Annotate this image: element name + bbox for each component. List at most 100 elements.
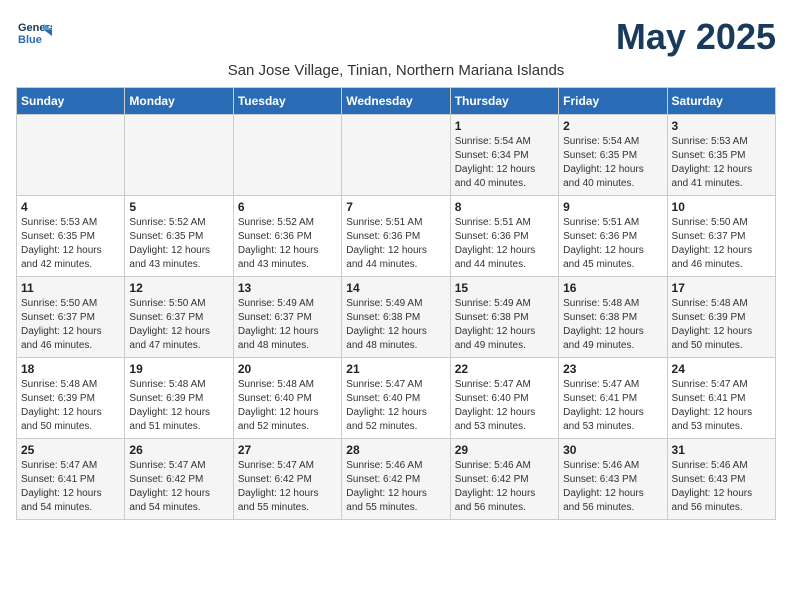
- calendar-cell: [233, 115, 341, 196]
- day-number: 1: [455, 119, 554, 133]
- day-number: 27: [238, 443, 337, 457]
- calendar-cell: 18Sunrise: 5:48 AM Sunset: 6:39 PM Dayli…: [17, 358, 125, 439]
- weekday-header-row: SundayMondayTuesdayWednesdayThursdayFrid…: [17, 88, 776, 115]
- day-info: Sunrise: 5:50 AM Sunset: 6:37 PM Dayligh…: [672, 216, 771, 272]
- day-info: Sunrise: 5:48 AM Sunset: 6:39 PM Dayligh…: [129, 378, 228, 434]
- day-info: Sunrise: 5:47 AM Sunset: 6:41 PM Dayligh…: [672, 378, 771, 434]
- day-info: Sunrise: 5:46 AM Sunset: 6:42 PM Dayligh…: [455, 459, 554, 515]
- day-number: 20: [238, 362, 337, 376]
- calendar-cell: 26Sunrise: 5:47 AM Sunset: 6:42 PM Dayli…: [125, 439, 233, 520]
- calendar-week-2: 4Sunrise: 5:53 AM Sunset: 6:35 PM Daylig…: [17, 196, 776, 277]
- day-number: 5: [129, 200, 228, 214]
- calendar-cell: 8 Sunrise: 5:51 AM Sunset: 6:36 PM Daylig…: [450, 196, 558, 277]
- day-info: Sunrise: 5:53 AM Sunset: 6:35 PM Dayligh…: [21, 216, 120, 272]
- day-number: 21: [346, 362, 445, 376]
- day-info: Sunrise: 5:46 AM Sunset: 6:43 PM Dayligh…: [672, 459, 771, 515]
- calendar-cell: 22 Sunrise: 5:47 AM Sunset: 6:40 PM Dayli…: [450, 358, 558, 439]
- day-number: 30: [563, 443, 662, 457]
- weekday-header-tuesday: Tuesday: [233, 88, 341, 115]
- day-info: Sunrise: 5:47 AM Sunset: 6:40 PM Dayligh…: [346, 378, 445, 434]
- day-info: Sunrise: 5:47 AM Sunset: 6:42 PM Dayligh…: [238, 459, 337, 515]
- calendar-table: SundayMondayTuesdayWednesdayThursdayFrid…: [16, 87, 776, 520]
- calendar-cell: 30 Sunrise: 5:46 AM Sunset: 6:43 PM Dayli…: [559, 439, 667, 520]
- day-number: 29: [455, 443, 554, 457]
- calendar-cell: 12Sunrise: 5:50 AM Sunset: 6:37 PM Dayli…: [125, 277, 233, 358]
- day-number: 17: [672, 281, 771, 295]
- day-info: Sunrise: 5:52 AM Sunset: 6:36 PM Dayligh…: [238, 216, 337, 272]
- calendar-cell: 9 Sunrise: 5:51 AM Sunset: 6:36 PM Daylig…: [559, 196, 667, 277]
- calendar-week-1: 1 Sunrise: 5:54 AM Sunset: 6:34 PM Daylig…: [17, 115, 776, 196]
- weekday-header-friday: Friday: [559, 88, 667, 115]
- day-number: 8: [455, 200, 554, 214]
- day-number: 22: [455, 362, 554, 376]
- day-info: Sunrise: 5:48 AM Sunset: 6:39 PM Dayligh…: [672, 297, 771, 353]
- calendar-week-5: 25 Sunrise: 5:47 AM Sunset: 6:41 PM Dayli…: [17, 439, 776, 520]
- calendar-cell: 23Sunrise: 5:47 AM Sunset: 6:41 PM Dayli…: [559, 358, 667, 439]
- day-number: 9: [563, 200, 662, 214]
- day-number: 24: [672, 362, 771, 376]
- day-info: Sunrise: 5:47 AM Sunset: 6:40 PM Dayligh…: [455, 378, 554, 434]
- day-info: Sunrise: 5:49 AM Sunset: 6:38 PM Dayligh…: [346, 297, 445, 353]
- calendar-cell: 20Sunrise: 5:48 AM Sunset: 6:40 PM Dayli…: [233, 358, 341, 439]
- day-info: Sunrise: 5:51 AM Sunset: 6:36 PM Dayligh…: [563, 216, 662, 272]
- day-number: 19: [129, 362, 228, 376]
- calendar-cell: 6 Sunrise: 5:52 AM Sunset: 6:36 PM Daylig…: [233, 196, 341, 277]
- calendar-week-4: 18 Sunrise: 5:48 AM Sunset: 6:39 PM Dayli…: [17, 358, 776, 439]
- day-info: Sunrise: 5:54 AM Sunset: 6:34 PM Dayligh…: [455, 135, 554, 191]
- day-number: 13: [238, 281, 337, 295]
- page-header: General Blue May 2025: [16, 16, 776, 58]
- weekday-header-wednesday: Wednesday: [342, 88, 450, 115]
- page-subtitle: San Jose Village, Tinian, Northern Maria…: [16, 62, 776, 79]
- calendar-week-3: 11 Sunrise: 5:50 AM Sunset: 6:37 PM Dayli…: [17, 277, 776, 358]
- day-info: Sunrise: 5:54 AM Sunset: 6:35 PM Dayligh…: [563, 135, 662, 191]
- day-number: 15: [455, 281, 554, 295]
- calendar-cell: 5 Sunrise: 5:52 AM Sunset: 6:35 PM Daylig…: [125, 196, 233, 277]
- day-number: 11: [21, 281, 120, 295]
- calendar-cell: 13Sunrise: 5:49 AM Sunset: 6:37 PM Dayli…: [233, 277, 341, 358]
- calendar-cell: 31 Sunrise: 5:46 AM Sunset: 6:43 PM Dayli…: [667, 439, 775, 520]
- day-info: Sunrise: 5:46 AM Sunset: 6:43 PM Dayligh…: [563, 459, 662, 515]
- calendar-cell: [17, 115, 125, 196]
- day-info: Sunrise: 5:47 AM Sunset: 6:42 PM Dayligh…: [129, 459, 228, 515]
- day-info: Sunrise: 5:47 AM Sunset: 6:41 PM Dayligh…: [563, 378, 662, 434]
- calendar-cell: 1 Sunrise: 5:54 AM Sunset: 6:34 PM Daylig…: [450, 115, 558, 196]
- day-number: 10: [672, 200, 771, 214]
- logo: General Blue: [16, 16, 52, 52]
- day-info: Sunrise: 5:47 AM Sunset: 6:41 PM Dayligh…: [21, 459, 120, 515]
- day-info: Sunrise: 5:50 AM Sunset: 6:37 PM Dayligh…: [21, 297, 120, 353]
- day-info: Sunrise: 5:51 AM Sunset: 6:36 PM Dayligh…: [455, 216, 554, 272]
- logo-icon: General Blue: [16, 16, 52, 52]
- day-number: 18: [21, 362, 120, 376]
- day-number: 7: [346, 200, 445, 214]
- calendar-cell: 21 Sunrise: 5:47 AM Sunset: 6:40 PM Dayli…: [342, 358, 450, 439]
- calendar-cell: 2 Sunrise: 5:54 AM Sunset: 6:35 PM Daylig…: [559, 115, 667, 196]
- day-info: Sunrise: 5:48 AM Sunset: 6:38 PM Dayligh…: [563, 297, 662, 353]
- day-info: Sunrise: 5:52 AM Sunset: 6:35 PM Dayligh…: [129, 216, 228, 272]
- calendar-cell: 16Sunrise: 5:48 AM Sunset: 6:38 PM Dayli…: [559, 277, 667, 358]
- day-number: 6: [238, 200, 337, 214]
- calendar-cell: 29 Sunrise: 5:46 AM Sunset: 6:42 PM Dayli…: [450, 439, 558, 520]
- calendar-cell: [342, 115, 450, 196]
- calendar-cell: 14 Sunrise: 5:49 AM Sunset: 6:38 PM Dayli…: [342, 277, 450, 358]
- svg-text:Blue: Blue: [18, 34, 42, 46]
- calendar-cell: 27 Sunrise: 5:47 AM Sunset: 6:42 PM Dayli…: [233, 439, 341, 520]
- calendar-cell: 11 Sunrise: 5:50 AM Sunset: 6:37 PM Dayli…: [17, 277, 125, 358]
- calendar-cell: 15 Sunrise: 5:49 AM Sunset: 6:38 PM Dayli…: [450, 277, 558, 358]
- weekday-header-saturday: Saturday: [667, 88, 775, 115]
- day-number: 12: [129, 281, 228, 295]
- day-info: Sunrise: 5:46 AM Sunset: 6:42 PM Dayligh…: [346, 459, 445, 515]
- page-title: May 2025: [616, 16, 776, 58]
- day-number: 14: [346, 281, 445, 295]
- day-info: Sunrise: 5:49 AM Sunset: 6:38 PM Dayligh…: [455, 297, 554, 353]
- calendar-cell: 10 Sunrise: 5:50 AM Sunset: 6:37 PM Dayli…: [667, 196, 775, 277]
- weekday-header-sunday: Sunday: [17, 88, 125, 115]
- day-number: 28: [346, 443, 445, 457]
- day-number: 2: [563, 119, 662, 133]
- calendar-cell: 3Sunrise: 5:53 AM Sunset: 6:35 PM Daylig…: [667, 115, 775, 196]
- calendar-cell: [125, 115, 233, 196]
- calendar-cell: 4Sunrise: 5:53 AM Sunset: 6:35 PM Daylig…: [17, 196, 125, 277]
- calendar-cell: 28 Sunrise: 5:46 AM Sunset: 6:42 PM Dayli…: [342, 439, 450, 520]
- day-number: 31: [672, 443, 771, 457]
- day-number: 25: [21, 443, 120, 457]
- day-info: Sunrise: 5:53 AM Sunset: 6:35 PM Dayligh…: [672, 135, 771, 191]
